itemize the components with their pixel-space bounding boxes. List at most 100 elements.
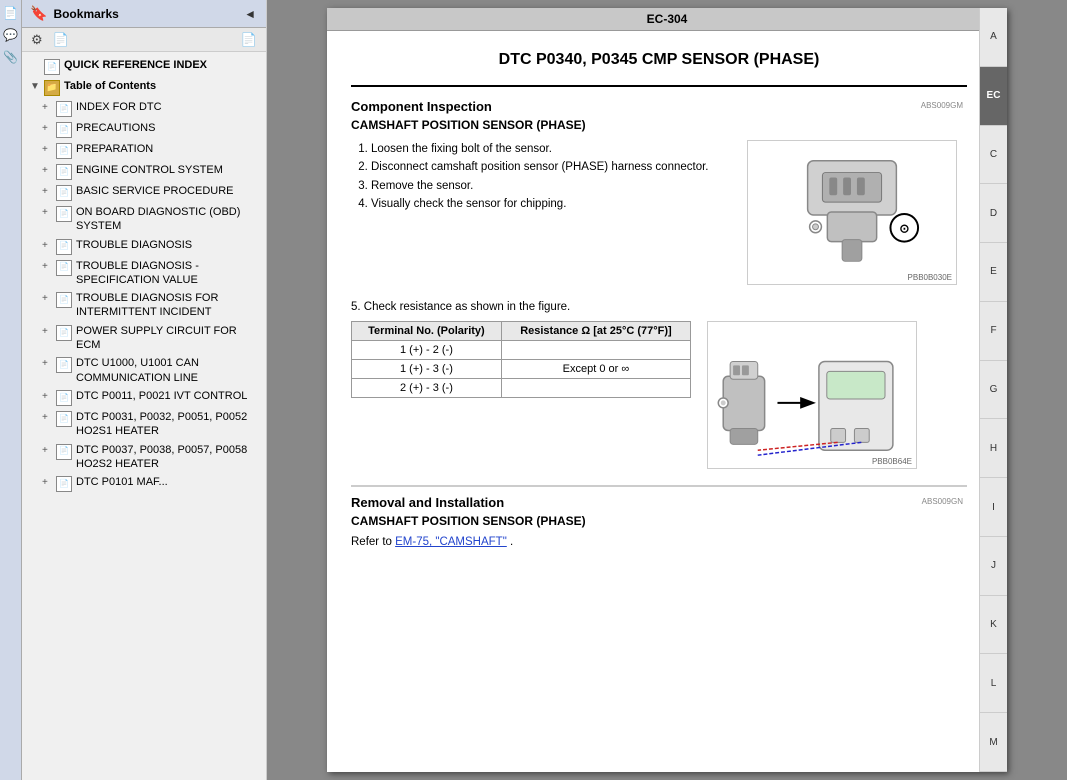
toc-label-toc: Table of Contents <box>64 79 262 93</box>
toc-label-dtc-p0101: DTC P0101 MAF... <box>76 475 262 489</box>
toc-item-dtc-p0031[interactable]: + 📄 DTC P0031, P0032, P0051, P0052 HO2S1… <box>22 408 266 441</box>
toc-item-toc[interactable]: ▼ 📁 Table of Contents <box>22 77 266 98</box>
expand-basic-svc[interactable]: + <box>42 185 56 198</box>
step-3: Remove the sensor. <box>371 177 731 195</box>
expand-power-supply[interactable]: + <box>42 325 56 338</box>
toc-item-dtc-p0101[interactable]: + 📄 DTC P0101 MAF... <box>22 473 266 494</box>
toc-icon-toc: 📁 <box>44 80 60 96</box>
toc-label-dtc-p0011: DTC P0011, P0021 IVT CONTROL <box>76 389 262 403</box>
sensor-image-area: ⊙ PBB0B030E <box>747 140 967 285</box>
abs-label-1: ABS009GM <box>921 101 963 110</box>
table-cell-resistance-1 <box>501 341 690 360</box>
toc-item-trouble-spec[interactable]: + 📄 TROUBLE DIAGNOSIS - SPECIFICATION VA… <box>22 257 266 290</box>
svg-text:⊙: ⊙ <box>899 222 909 236</box>
steps-area: Loosen the fixing bolt of the sensor. Di… <box>351 140 731 285</box>
toc-item-trouble-inter[interactable]: + 📄 TROUBLE DIAGNOSIS FOR INTERMITTENT I… <box>22 289 266 322</box>
toc-item-precautions[interactable]: + 📄 PRECAUTIONS <box>22 119 266 140</box>
expand-obd[interactable]: + <box>42 206 56 219</box>
toc-item-index-dtc[interactable]: + 📄 INDEX FOR DTC <box>22 98 266 119</box>
toc-item-power-supply[interactable]: + 📄 POWER SUPPLY CIRCUIT FOR ECM <box>22 322 266 355</box>
expand-index-dtc[interactable]: + <box>42 101 56 114</box>
toc-item-engine-ctrl[interactable]: + 📄 ENGINE CONTROL SYSTEM <box>22 161 266 182</box>
toc-item-dtc-p0011[interactable]: + 📄 DTC P0011, P0021 IVT CONTROL <box>22 387 266 408</box>
refer-end: . <box>507 536 513 548</box>
table-row: 1 (+) - 2 (-) <box>352 341 691 360</box>
toc-item-preparation[interactable]: + 📄 PREPARATION <box>22 140 266 161</box>
table-cell-resistance-2: Except 0 or ∞ <box>501 360 690 379</box>
alpha-m[interactable]: M <box>980 713 1007 772</box>
expand-dtc-p0037[interactable]: + <box>42 444 56 457</box>
toc-item-dtc-u1000[interactable]: + 📄 DTC U1000, U1001 CAN COMMUNICATION L… <box>22 354 266 387</box>
sensor-image-2: PBB0B64E <box>707 321 917 469</box>
expand-preparation[interactable]: + <box>42 143 56 156</box>
toc-label-engine-ctrl: ENGINE CONTROL SYSTEM <box>76 163 262 177</box>
resistance-table-area: Terminal No. (Polarity) Resistance Ω [at… <box>351 321 691 469</box>
step5-text: 5. Check resistance as shown in the figu… <box>351 301 967 313</box>
toc-tree: 📄 QUICK REFERENCE INDEX ▼ 📁 Table of Con… <box>22 52 266 780</box>
table-cell-resistance-3 <box>501 379 690 398</box>
bookmark-icon[interactable]: 📄 <box>2 4 20 22</box>
new-bookmark-button[interactable]: 📄 <box>50 31 72 49</box>
expand-trouble-spec[interactable]: + <box>42 260 56 273</box>
toc-icon-dtc-p0011: 📄 <box>56 390 72 406</box>
toc-label-preparation: PREPARATION <box>76 142 262 156</box>
bookmarks-header: 🔖 Bookmarks ◄ <box>22 0 266 28</box>
expand-dtc-p0031[interactable]: + <box>42 411 56 424</box>
toc-label-dtc-p0031: DTC P0031, P0032, P0051, P0052 HO2S1 HEA… <box>76 410 262 439</box>
expand-dtc-p0101[interactable]: + <box>42 476 56 489</box>
expand-quick-ref[interactable] <box>30 59 44 72</box>
table-cell-terminal-2: 1 (+) - 3 (-) <box>352 360 502 379</box>
section1-subtitle: CAMSHAFT POSITION SENSOR (PHASE) <box>351 118 967 132</box>
content-body-1: Loosen the fixing bolt of the sensor. Di… <box>351 140 967 285</box>
toc-label-power-supply: POWER SUPPLY CIRCUIT FOR ECM <box>76 324 262 353</box>
table-cell-terminal-3: 2 (+) - 3 (-) <box>352 379 502 398</box>
left-icon-strip: 📄 💬 📎 <box>0 0 22 780</box>
step-1: Loosen the fixing bolt of the sensor. <box>371 140 731 158</box>
section2-title: Removal and Installation <box>351 495 967 510</box>
alpha-l[interactable]: L <box>980 654 1007 713</box>
toc-icon-trouble-diag: 📄 <box>56 239 72 255</box>
toc-icon-obd: 📄 <box>56 206 72 222</box>
page-id-bar: EC-304 <box>327 8 1007 31</box>
table-row: 1 (+) - 3 (-) Except 0 or ∞ <box>352 360 691 379</box>
toc-icon-dtc-p0101: 📄 <box>56 476 72 492</box>
alpha-k[interactable]: K <box>980 596 1007 655</box>
toc-icon-preparation: 📄 <box>56 143 72 159</box>
toc-label-trouble-spec: TROUBLE DIAGNOSIS - SPECIFICATION VALUE <box>76 259 262 288</box>
toc-label-trouble-inter: TROUBLE DIAGNOSIS FOR INTERMITTENT INCID… <box>76 291 262 320</box>
toc-icon-dtc-u1000: 📄 <box>56 357 72 373</box>
toc-item-basic-svc[interactable]: + 📄 BASIC SERVICE PROCEDURE <box>22 182 266 203</box>
toc-icon-basic-svc: 📄 <box>56 185 72 201</box>
document-title: DTC P0340, P0345 CMP SENSOR (PHASE) <box>351 51 967 69</box>
toc-label-precautions: PRECAUTIONS <box>76 121 262 135</box>
expand-dtc-p0011[interactable]: + <box>42 390 56 403</box>
attachment-icon[interactable]: 📎 <box>2 48 20 66</box>
toc-label-dtc-p0037: DTC P0037, P0038, P0057, P0058 HO2S2 HEA… <box>76 443 262 472</box>
toc-item-trouble-diag[interactable]: + 📄 TROUBLE DIAGNOSIS <box>22 236 266 257</box>
expand-precautions[interactable]: + <box>42 122 56 135</box>
step-4: Visually check the sensor for chipping. <box>371 195 731 213</box>
expand-trouble-inter[interactable]: + <box>42 292 56 305</box>
settings-button[interactable]: ⚙ <box>28 31 46 49</box>
abs-label-2: ABS009GN <box>922 497 963 506</box>
expand-trouble-diag[interactable]: + <box>42 239 56 252</box>
expand-dtc-u1000[interactable]: + <box>42 357 56 370</box>
document-wrapper[interactable]: EC-304 A EC C D E F G H I J K L M DTC P0… <box>267 0 1067 780</box>
expand-engine-ctrl[interactable]: + <box>42 164 56 177</box>
table-row: 2 (+) - 3 (-) <box>352 379 691 398</box>
img-label-2: PBB0B64E <box>872 457 912 466</box>
toc-item-dtc-p0037[interactable]: + 📄 DTC P0037, P0038, P0057, P0058 HO2S2… <box>22 441 266 474</box>
toc-item-obd[interactable]: + 📄 ON BOARD DIAGNOSTIC (OBD) SYSTEM <box>22 203 266 236</box>
toc-icon-index-dtc: 📄 <box>56 101 72 117</box>
toc-icon-trouble-inter: 📄 <box>56 292 72 308</box>
refer-link[interactable]: EM-75, "CAMSHAFT" <box>395 536 507 548</box>
toc-item-quick-ref[interactable]: 📄 QUICK REFERENCE INDEX <box>22 56 266 77</box>
comment-icon[interactable]: 💬 <box>2 26 20 44</box>
step-2: Disconnect camshaft position sensor (PHA… <box>371 158 731 176</box>
collapse-panel-button[interactable]: ◄ <box>242 7 258 21</box>
toc-label-obd: ON BOARD DIAGNOSTIC (OBD) SYSTEM <box>76 205 262 234</box>
page-id: EC-304 <box>647 12 688 26</box>
table-header-resistance: Resistance Ω [at 25°C (77°F)] <box>501 322 690 341</box>
expand-toc[interactable]: ▼ <box>30 80 44 93</box>
view-options-button[interactable]: 📄 <box>238 31 260 49</box>
